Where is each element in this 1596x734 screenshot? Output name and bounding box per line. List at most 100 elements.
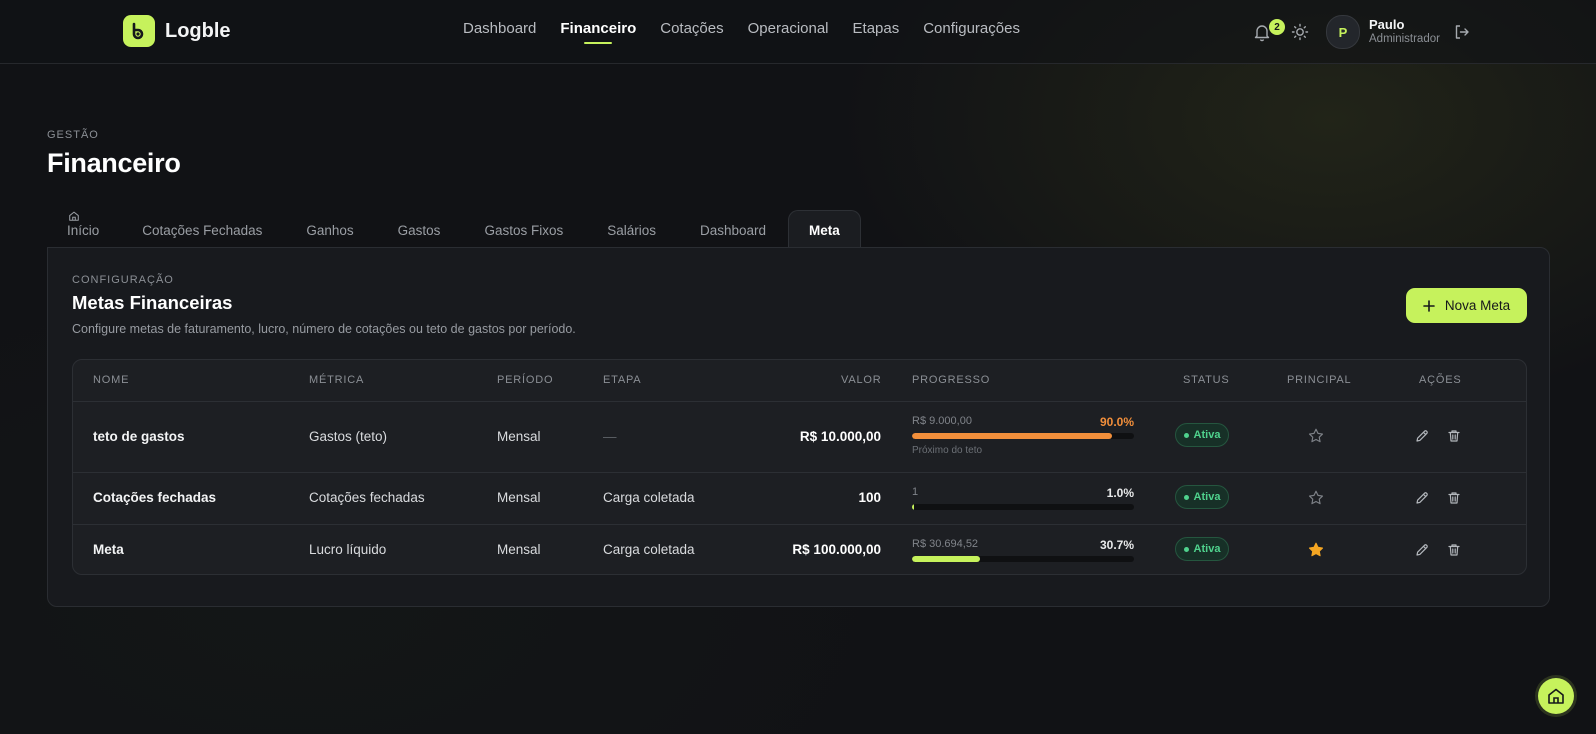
theme-toggle[interactable] [1290, 22, 1310, 42]
table-row[interactable]: teto de gastos Gastos (teto) Mensal — R$… [73, 401, 1526, 473]
metas-panel: CONFIGURAÇÃO Metas Financeiras Configure… [47, 247, 1550, 607]
avatar[interactable]: P [1326, 15, 1360, 49]
goal-value: 100 [858, 490, 881, 505]
nav-etapas[interactable]: Etapas [853, 20, 900, 37]
table-row[interactable]: Meta Lucro líquido Mensal Carga coletada… [73, 524, 1526, 574]
goal-metric: Cotações fechadas [309, 490, 425, 505]
goal-period: Mensal [497, 542, 541, 557]
home-icon [1548, 688, 1564, 704]
progress-fill [912, 504, 915, 510]
goal-progress: R$ 30.694,52 30.7% [912, 538, 1134, 562]
trash-icon[interactable] [1447, 429, 1461, 443]
pencil-icon[interactable] [1415, 491, 1429, 505]
goal-name: Cotações fechadas [93, 490, 217, 505]
nav-financeiro[interactable]: Financeiro [560, 20, 636, 44]
goal-stage: — [603, 429, 617, 444]
tab-salarios[interactable]: Salários [585, 210, 678, 248]
page-eyebrow: GESTÃO [47, 129, 99, 141]
plus-icon [1423, 299, 1435, 312]
notification-badge: 2 [1269, 19, 1285, 35]
status-badge: Ativa [1175, 423, 1229, 447]
logo-icon [123, 15, 155, 47]
table-row[interactable]: Cotações fechadas Cotações fechadas Mens… [73, 472, 1526, 525]
pencil-icon[interactable] [1415, 543, 1429, 557]
star-icon[interactable] [1307, 427, 1325, 445]
tab-ganhos[interactable]: Ganhos [284, 210, 375, 248]
section-tabs: Início Cotações Fechadas Ganhos Gastos G… [47, 210, 861, 248]
nav-operacional[interactable]: Operacional [748, 20, 829, 37]
user-role: Administrador [1369, 33, 1440, 45]
nav-dashboard[interactable]: Dashboard [463, 20, 536, 37]
goal-period: Mensal [497, 490, 541, 505]
brand-name: Logble [165, 19, 231, 42]
goal-value: R$ 10.000,00 [799, 429, 881, 444]
progress-current: R$ 30.694,52 [912, 538, 979, 550]
goal-value: R$ 100.000,00 [792, 542, 881, 557]
nav-configuracoes[interactable]: Configurações [923, 20, 1020, 37]
col-valor: VALOR [841, 374, 882, 386]
home-fab-button[interactable] [1538, 678, 1574, 714]
goals-table: NOME MÉTRICA PERÍODO ETAPA VALOR PROGRES… [72, 359, 1527, 575]
col-progresso: PROGRESSO [912, 374, 991, 386]
col-principal: PRINCIPAL [1287, 374, 1352, 386]
progress-current: 1 [912, 486, 919, 498]
progress-fill [912, 556, 981, 562]
status-badge: Ativa [1175, 485, 1229, 509]
goal-stage: Carga coletada [603, 490, 695, 505]
progress-note: Próximo do teto [912, 445, 983, 456]
star-icon[interactable] [1307, 541, 1325, 559]
tab-label: Início [67, 223, 100, 238]
tab-meta[interactable]: Meta [788, 210, 861, 248]
status-badge: Ativa [1175, 537, 1229, 561]
new-goal-label: Nova Meta [1444, 298, 1511, 313]
goal-metric: Lucro líquido [309, 542, 387, 557]
section-title: Metas Financeiras [72, 292, 233, 313]
progress-percent: 1.0% [1106, 486, 1134, 500]
col-metrica: MÉTRICA [309, 374, 365, 386]
progress-track [912, 433, 1134, 439]
logout-button[interactable] [1452, 22, 1472, 42]
section-eyebrow: CONFIGURAÇÃO [72, 274, 174, 286]
pencil-icon[interactable] [1415, 429, 1429, 443]
status-label: Ativa [1193, 543, 1221, 555]
logout-icon [1455, 25, 1469, 39]
progress-percent: 30.7% [1099, 538, 1134, 552]
user-info[interactable]: Paulo Administrador [1369, 18, 1440, 46]
col-acoes: AÇÕES [1419, 374, 1462, 386]
col-etapa: ETAPA [603, 374, 642, 386]
goal-name: teto de gastos [93, 429, 185, 444]
header-actions: 2 P Paulo Administrador [1252, 14, 1472, 50]
trash-icon[interactable] [1447, 543, 1461, 557]
main-nav: Dashboard Financeiro Cotações Operaciona… [463, 20, 1044, 44]
tab-cotacoes-fechadas[interactable]: Cotações Fechadas [120, 210, 284, 248]
tab-gastos-fixos[interactable]: Gastos Fixos [462, 210, 585, 248]
status-label: Ativa [1193, 429, 1221, 441]
tab-inicio[interactable]: Início [47, 210, 120, 248]
goal-progress: R$ 9.000,00 90.0% Próximo do teto [912, 415, 1134, 456]
goal-metric: Gastos (teto) [309, 429, 388, 444]
progress-track [912, 556, 1134, 562]
star-icon[interactable] [1307, 489, 1325, 507]
progress-current: R$ 9.000,00 [912, 415, 972, 427]
nav-cotacoes[interactable]: Cotações [660, 20, 723, 37]
progress-percent: 90.0% [1099, 415, 1134, 429]
top-navbar: Logble Dashboard Financeiro Cotações Ope… [0, 0, 1596, 64]
goal-period: Mensal [497, 429, 541, 444]
goal-stage: Carga coletada [603, 542, 695, 557]
new-goal-button[interactable]: Nova Meta [1406, 288, 1527, 323]
progress-track [912, 504, 1134, 510]
col-status: STATUS [1183, 374, 1230, 386]
tab-gastos[interactable]: Gastos [376, 210, 463, 248]
tab-dashboard[interactable]: Dashboard [678, 210, 788, 248]
home-icon [69, 211, 79, 221]
status-label: Ativa [1193, 491, 1221, 503]
brand[interactable]: Logble [123, 15, 231, 47]
goal-name: Meta [93, 542, 124, 557]
sun-icon [1291, 23, 1309, 41]
notifications-button[interactable]: 2 [1252, 19, 1285, 42]
table-header: NOME MÉTRICA PERÍODO ETAPA VALOR PROGRES… [73, 360, 1526, 402]
col-nome: NOME [93, 374, 130, 386]
page-title: Financeiro [47, 148, 181, 178]
goal-progress: 1 1.0% [912, 486, 1134, 510]
trash-icon[interactable] [1447, 491, 1461, 505]
